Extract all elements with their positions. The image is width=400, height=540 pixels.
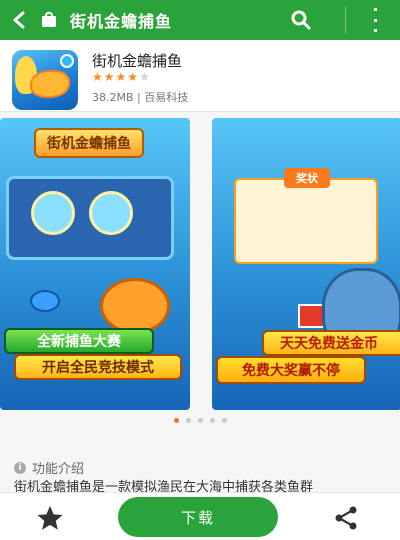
search-icon [291,10,311,30]
star-icon: ★ [127,70,139,84]
more-icon-dot [373,18,377,22]
download-button[interactable]: 下载 [118,497,278,537]
features-label: 功能介绍 [32,462,85,477]
search-button[interactable] [290,9,312,31]
star-icon: ★ [115,70,127,84]
share-icon [335,506,357,530]
screenshot-2[interactable]: 奖状 天天免费送金币 免费大奖赢不停 [212,118,400,410]
lobby-circle-graphic [31,191,75,235]
star-icon [37,506,63,530]
award-dialog: 奖状 [234,168,378,264]
more-icon-dot [373,8,377,11]
star-icon: ★ [103,70,115,84]
pager-dot[interactable] [173,418,179,423]
pager-dot[interactable] [197,418,203,423]
bottom-action-bar: 下载 [0,492,400,540]
rating-stars: ★ ★ ★ ★ ★ [92,71,150,83]
back-button[interactable] [6,0,32,40]
pager-dot[interactable] [221,418,227,423]
store-bag-icon [36,0,62,40]
info-icon: i [14,461,26,474]
promo-banner: 开启全民竞技模式 [14,354,182,380]
promo-banner: 免费大奖赢不停 [216,356,366,384]
top-bar: 街机金蟾捕鱼 [0,0,400,40]
meta-separator: | [137,91,141,104]
favorite-button[interactable] [36,505,64,531]
carousel-pager [0,418,400,423]
features-header: i 功能介绍 [14,458,84,477]
screenshot-carousel[interactable]: 街机金蟾捕鱼 全新捕鱼大赛 开启全民竞技模式 奖状 天天免费送金币 免费大奖赢不… [0,112,400,412]
screenshot-1[interactable]: 街机金蟾捕鱼 全新捕鱼大赛 开启全民竞技模式 [0,118,190,410]
app-developer: 百易科技 [144,91,189,104]
app-meta: 38.2MB | 百易科技 [92,89,188,105]
more-icon-dot [373,29,377,32]
toolbar-divider [345,6,346,34]
promo-banner: 天天免费送金币 [262,330,400,356]
promo-banner: 全新捕鱼大赛 [4,328,154,354]
app-info-card: 街机金蟾捕鱼 ★ ★ ★ ★ ★ 38.2MB | 百易科技 [0,40,400,112]
lantern-fish-graphic [100,278,170,334]
lobby-circle-graphic [89,191,133,235]
share-button[interactable] [333,505,359,531]
small-fish-graphic [30,290,60,312]
page-title: 街机金蟾捕鱼 [70,12,173,31]
pager-dot[interactable] [209,418,215,423]
more-menu-button[interactable] [370,8,380,32]
app-size: 38.2MB [92,91,134,104]
game-lobby-panel [6,176,174,260]
game-logo: 街机金蟾捕鱼 [34,128,144,158]
fish-graphic [30,70,70,98]
star-icon: ★ [139,70,150,84]
chevron-left-icon [13,11,25,29]
award-title: 奖状 [284,168,330,188]
badge-graphic [60,54,74,68]
pager-dot[interactable] [185,418,191,423]
star-icon: ★ [92,70,103,84]
app-icon [12,50,78,110]
app-name: 街机金蟾捕鱼 [92,52,183,70]
